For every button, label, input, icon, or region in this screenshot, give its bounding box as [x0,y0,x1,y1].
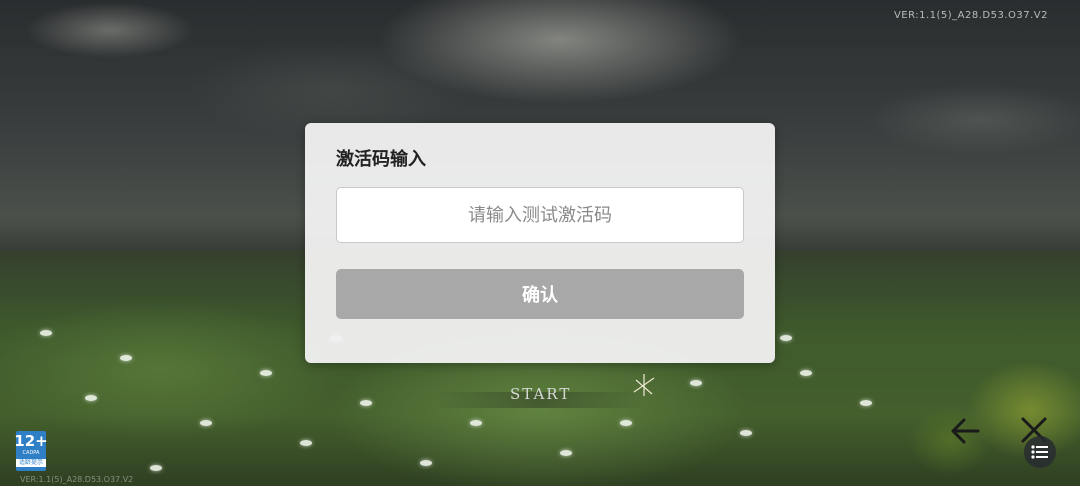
version-label: VER:1.1(5)_A28.D53.O37.V2 [893,10,1048,21]
menu-button[interactable] [1024,436,1056,468]
arrow-left-icon[interactable] [948,416,982,446]
age-rating-org: CADPA [22,450,40,456]
flower [200,420,212,426]
flower [300,440,312,446]
flower [690,380,702,386]
flower [780,335,792,341]
flower [150,465,162,471]
flower [470,420,482,426]
flower [120,355,132,361]
age-rating-badge: 12+ CADPA 适龄提示 [14,431,48,471]
star-sparkle-icon [633,374,655,396]
start-label[interactable]: START [510,385,571,403]
flower [620,420,632,426]
flower [40,330,52,336]
age-rating-value: 12+ [14,432,48,450]
activation-code-input[interactable] [336,187,744,243]
flower [420,460,432,466]
activation-code-dialog: 激活码输入 确认 [305,123,775,363]
age-rating-tip: 适龄提示 [16,459,46,467]
flower [800,370,812,376]
flower [360,400,372,406]
confirm-button[interactable]: 确认 [336,269,744,319]
flower [740,430,752,436]
dialog-title: 激活码输入 [336,149,426,170]
menu-list-icon [1031,445,1048,459]
flower [260,370,272,376]
flower [85,395,97,401]
flower [860,400,872,406]
flower [560,450,572,456]
version-label-bottom: VER:1.1(5)_A28.D53.O37.V2 [20,475,134,484]
